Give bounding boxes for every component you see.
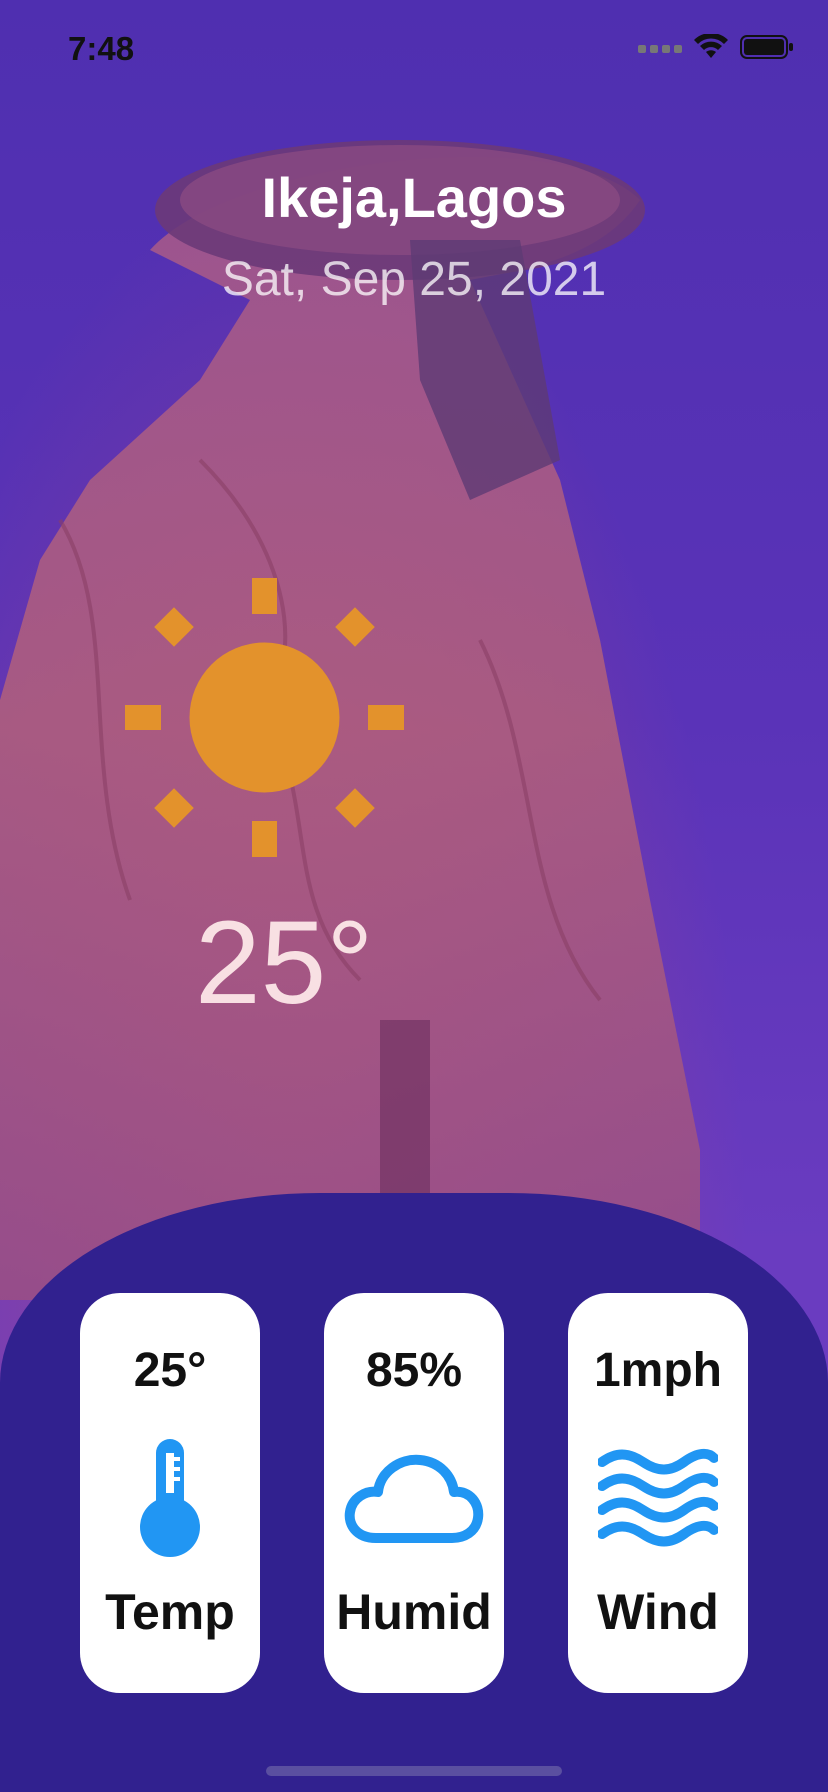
status-bar: 7:48 — [0, 0, 828, 100]
weather-screen: 7:48 Ikeja,Lagos Sat, Sep 25, 2021 25° 2… — [0, 0, 828, 1792]
temp-value: 25° — [133, 1344, 207, 1397]
thermometer-icon — [140, 1439, 200, 1557]
wind-card[interactable]: 1mph Wind — [568, 1293, 748, 1693]
humidity-label: Humid — [336, 1584, 492, 1640]
humidity-card[interactable]: 85% Humid — [324, 1293, 504, 1693]
battery-icon — [740, 35, 793, 59]
waves-icon — [598, 1448, 718, 1547]
temp-card[interactable]: 25° Temp — [80, 1293, 260, 1693]
sun-icon — [125, 578, 404, 857]
status-time: 7:48 — [68, 30, 135, 67]
temp-label: Temp — [105, 1584, 235, 1640]
wind-label: Wind — [597, 1584, 719, 1640]
home-indicator[interactable] — [266, 1766, 562, 1776]
wind-value: 1mph — [593, 1344, 722, 1397]
date-label: Sat, Sep 25, 2021 — [221, 253, 607, 306]
status-icons — [638, 34, 794, 60]
wifi-icon — [694, 34, 728, 58]
signal-icon — [638, 45, 682, 53]
current-temperature: 25° — [195, 897, 374, 1029]
location-title: Ikeja,Lagos — [261, 166, 567, 229]
humidity-value: 85% — [365, 1344, 463, 1397]
cloud-icon — [344, 1454, 484, 1543]
